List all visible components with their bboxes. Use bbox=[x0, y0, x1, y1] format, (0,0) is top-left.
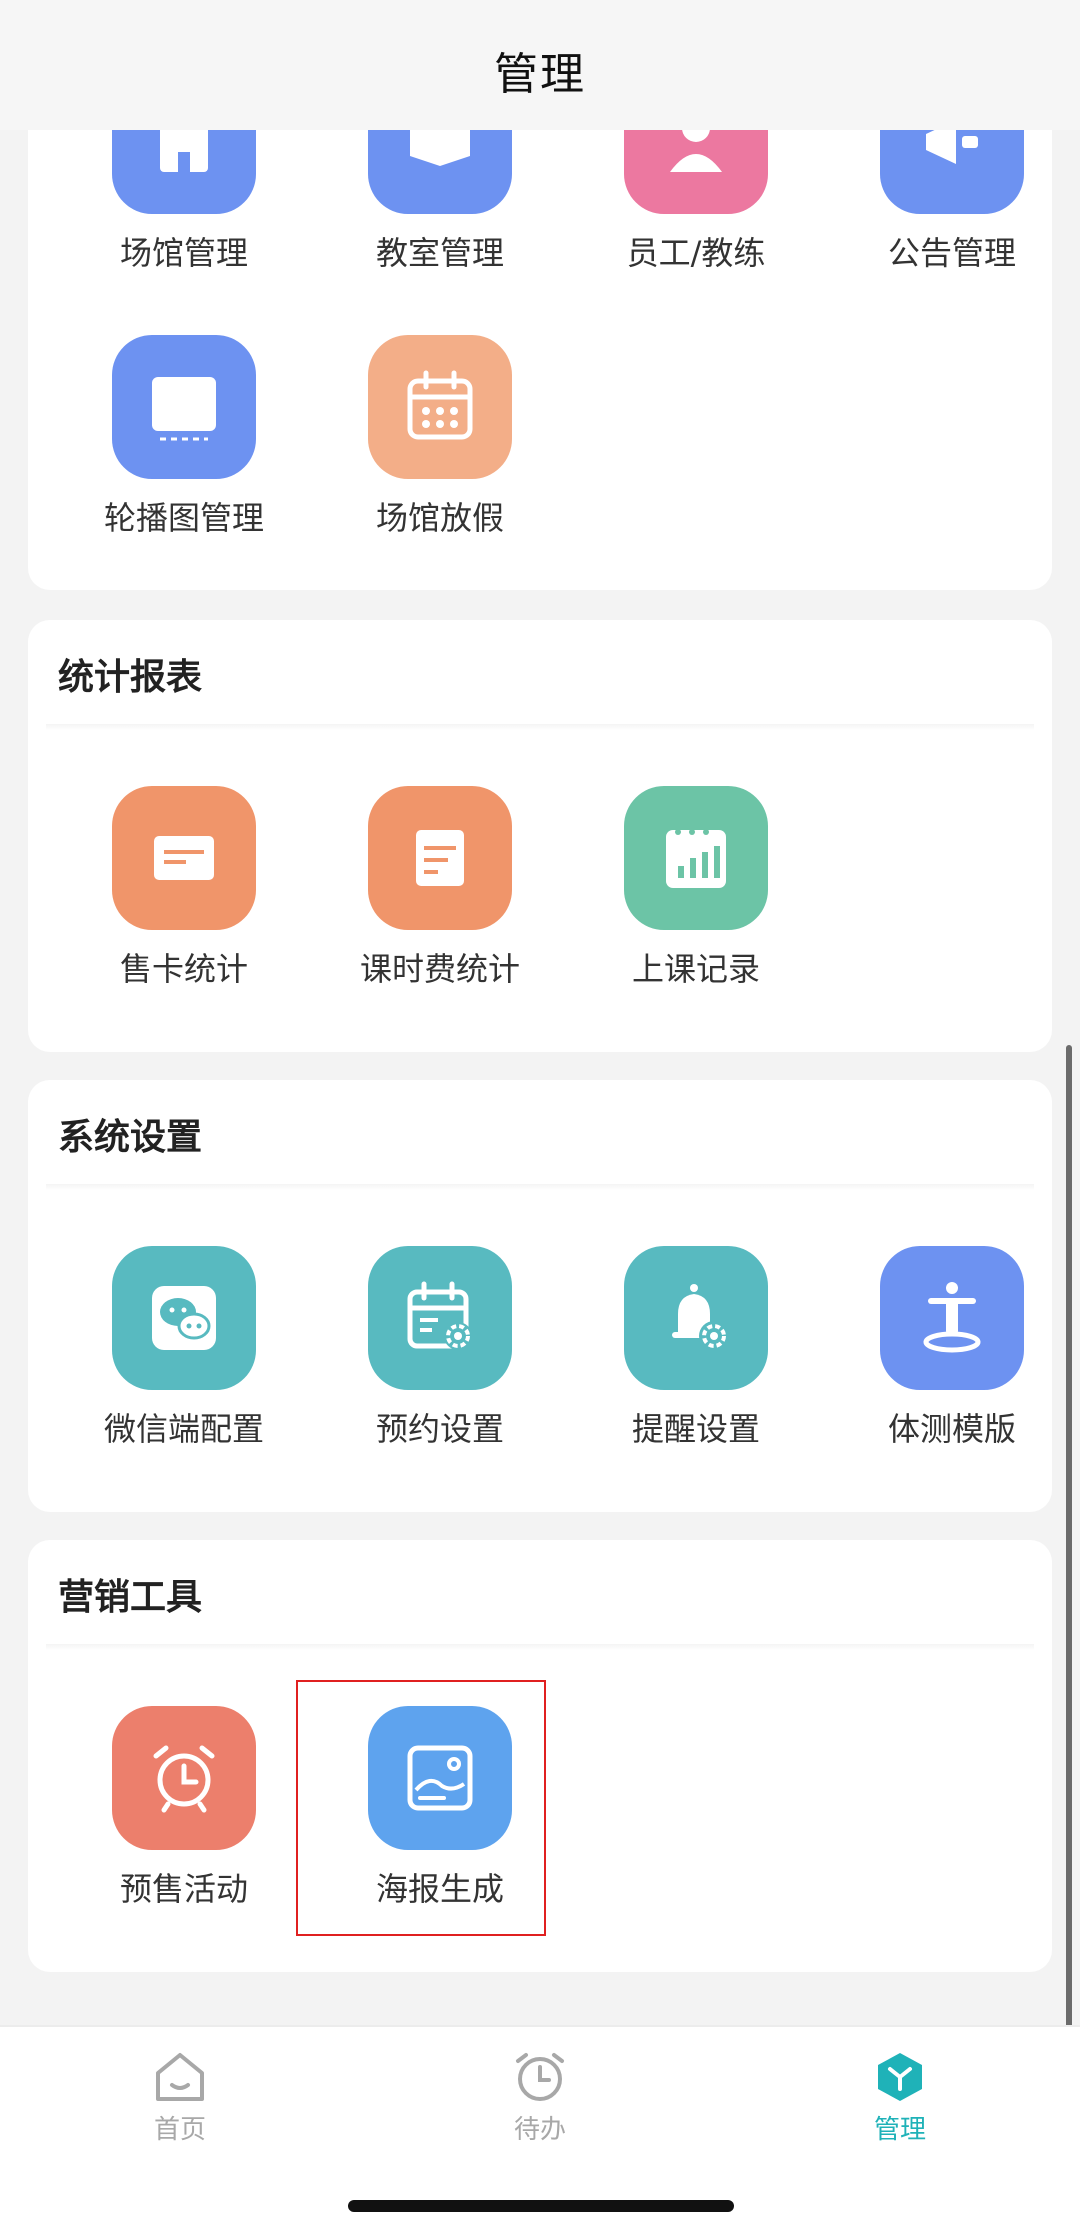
venue-management-button[interactable]: 场馆管理 bbox=[56, 130, 312, 310]
wechat-config-button[interactable]: 微信端配置 bbox=[56, 1246, 312, 1486]
announcement-icon bbox=[926, 130, 978, 164]
body-test-tile bbox=[880, 1246, 1024, 1390]
card-icon bbox=[154, 836, 214, 880]
venue-tile bbox=[112, 130, 256, 214]
document-icon bbox=[416, 830, 464, 886]
wechat-icon bbox=[152, 1286, 216, 1350]
card-sales-stats-label: 售卡统计 bbox=[119, 950, 248, 988]
calendar-gear-icon bbox=[407, 1281, 472, 1350]
page-title: 管理 bbox=[494, 49, 586, 100]
reminder-tile bbox=[624, 1246, 768, 1390]
announcement-tile bbox=[880, 130, 1024, 214]
class-records-label: 上课记录 bbox=[631, 950, 760, 988]
presale-tile bbox=[112, 1706, 256, 1850]
body-test-icon bbox=[923, 1282, 981, 1353]
body-test-template-button[interactable]: 体测模版 bbox=[824, 1246, 1080, 1486]
staff-coach-button[interactable]: 员工/教练 bbox=[568, 130, 824, 310]
class-fee-stats-label: 课时费统计 bbox=[359, 950, 520, 988]
stats-card: 统计报表 售卡统计 课时费统计 上课记录 bbox=[28, 620, 1052, 1052]
reminder-settings-button[interactable]: 提醒设置 bbox=[568, 1246, 824, 1486]
section-divider bbox=[46, 724, 1034, 730]
classroom-icon bbox=[410, 130, 470, 166]
nav-header: 管理 bbox=[0, 0, 1080, 130]
venue-management-card: 场馆管理 教室管理 员工/教练 公告管理 轮播图管理 场馆放假 bbox=[28, 130, 1052, 590]
cube-icon bbox=[878, 2053, 922, 2101]
classroom-management-label: 教室管理 bbox=[375, 234, 504, 272]
presale-activity-label: 预售活动 bbox=[119, 1870, 248, 1908]
class-records-tile bbox=[624, 786, 768, 930]
settings-section-title: 系统设置 bbox=[58, 1117, 203, 1158]
tab-todo[interactable]: 待办 bbox=[440, 2047, 640, 2146]
holiday-tile bbox=[368, 335, 512, 479]
selection-highlight bbox=[296, 1680, 546, 1936]
monitor-icon bbox=[152, 377, 216, 441]
booking-tile bbox=[368, 1246, 512, 1390]
classroom-management-button[interactable]: 教室管理 bbox=[312, 130, 568, 310]
alarm-clock-icon bbox=[153, 1745, 215, 1813]
tab-manage[interactable]: 管理 bbox=[800, 2047, 1000, 2146]
class-fee-tile bbox=[368, 786, 512, 930]
class-records-button[interactable]: 上课记录 bbox=[568, 786, 824, 1026]
venue-holiday-button[interactable]: 场馆放假 bbox=[312, 335, 568, 575]
staff-icon bbox=[670, 130, 722, 172]
section-divider bbox=[46, 1184, 1034, 1190]
bar-chart-icon bbox=[666, 829, 726, 888]
calendar-icon bbox=[407, 370, 473, 440]
venue-holiday-label: 场馆放假 bbox=[375, 499, 504, 537]
booking-settings-label: 预约设置 bbox=[375, 1410, 504, 1448]
tab-home[interactable]: 首页 bbox=[80, 2047, 280, 2146]
presale-activity-button[interactable]: 预售活动 bbox=[56, 1706, 312, 1946]
venue-management-label: 场馆管理 bbox=[119, 234, 248, 272]
body-test-template-label: 体测模版 bbox=[887, 1410, 1016, 1448]
bell-gear-icon bbox=[672, 1284, 729, 1351]
carousel-tile bbox=[112, 335, 256, 479]
tab-manage-label: 管理 bbox=[873, 2115, 926, 2145]
wechat-tile bbox=[112, 1246, 256, 1390]
carousel-management-label: 轮播图管理 bbox=[103, 499, 264, 537]
classroom-tile bbox=[368, 130, 512, 214]
tab-todo-label: 待办 bbox=[513, 2115, 566, 2145]
home-indicator bbox=[348, 2200, 734, 2212]
class-fee-stats-button[interactable]: 课时费统计 bbox=[312, 786, 568, 1026]
reminder-settings-label: 提醒设置 bbox=[631, 1410, 760, 1448]
scrollbar[interactable] bbox=[1066, 1045, 1072, 2105]
card-sales-stats-button[interactable]: 售卡统计 bbox=[56, 786, 312, 1026]
home-icon bbox=[156, 2053, 204, 2101]
carousel-management-button[interactable]: 轮播图管理 bbox=[56, 335, 312, 575]
building-icon bbox=[160, 130, 208, 172]
card-sales-tile bbox=[112, 786, 256, 930]
staff-tile bbox=[624, 130, 768, 214]
tab-home-label: 首页 bbox=[153, 2115, 206, 2145]
staff-coach-label: 员工/教练 bbox=[626, 234, 766, 272]
booking-settings-button[interactable]: 预约设置 bbox=[312, 1246, 568, 1486]
section-divider bbox=[46, 1644, 1034, 1650]
stats-section-title: 统计报表 bbox=[58, 657, 203, 698]
announcement-management-label: 公告管理 bbox=[887, 234, 1016, 272]
announcement-management-button[interactable]: 公告管理 bbox=[824, 130, 1080, 310]
wechat-config-label: 微信端配置 bbox=[103, 1410, 264, 1448]
marketing-section-title: 营销工具 bbox=[58, 1577, 203, 1618]
settings-card: 系统设置 微信端配置 预约设置 提醒设置 体测模版 bbox=[28, 1080, 1052, 1512]
alarm-clock-icon bbox=[516, 2053, 564, 2101]
